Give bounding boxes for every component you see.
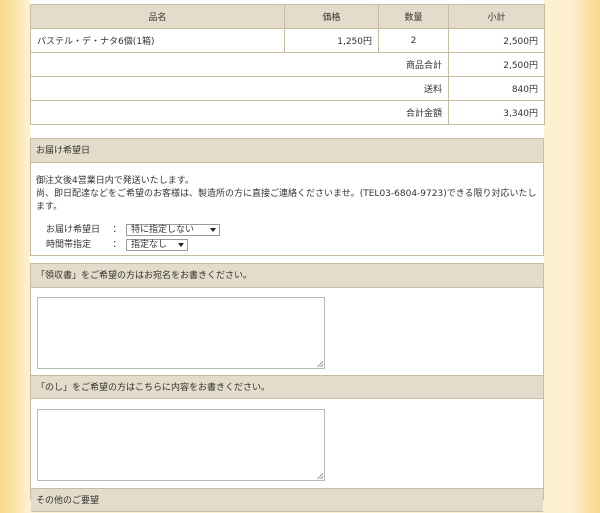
- colon: ：: [112, 239, 122, 250]
- item-name: パステル・デ・ナタ6個(1箱): [30, 28, 285, 53]
- delivery-time-label: 時間帯指定: [46, 239, 92, 250]
- summary-row-shipping: 送料 840円: [30, 76, 545, 101]
- summary-label: 送料: [30, 76, 449, 101]
- delivery-section-body: 御注文後4営業日内で発送いたします。 尚、即日配達などをご希望のお客様は、製造所…: [31, 163, 543, 252]
- order-table: 品名 価格 数量 小計 パステル・デ・ナタ6個(1箱) 1,250円 2 2,5…: [30, 4, 545, 125]
- delivery-section-title: お届け希望日: [31, 139, 543, 163]
- chevron-down-icon: [210, 228, 216, 232]
- summary-value: 2,500円: [448, 52, 545, 77]
- summary-value: 3,340円: [448, 100, 545, 125]
- checkout-page: 品名 価格 数量 小計 パステル・デ・ナタ6個(1箱) 1,250円 2 2,5…: [30, 0, 545, 512]
- request-section: 「領収書」をご希望の方はお宛名をお書きください。 「のし」をご希望の方はこちらに…: [30, 263, 544, 512]
- delivery-section: お届け希望日 御注文後4営業日内で発送いたします。 尚、即日配達などをご希望のお…: [30, 138, 544, 256]
- other-requests-title: その他のご要望: [31, 488, 543, 512]
- delivery-time-select[interactable]: 指定なし: [126, 239, 188, 251]
- item-subtotal: 2,500円: [448, 28, 545, 53]
- delivery-time-value: 指定なし: [131, 239, 168, 250]
- resize-grip-icon[interactable]: [317, 473, 323, 479]
- receipt-section-title: 「領収書」をご希望の方はお宛名をお書きください。: [31, 264, 543, 288]
- item-price: 1,250円: [284, 28, 379, 53]
- delivery-note-1: 御注文後4営業日内で発送いたします。: [36, 176, 194, 186]
- summary-value: 840円: [448, 76, 545, 101]
- noshi-content-textarea[interactable]: [37, 409, 325, 481]
- delivery-note-2: 尚、即日配達などをご希望のお客様は、製造所の方に直接ご連絡くださいませ。(TEL…: [36, 189, 537, 212]
- delivery-date-value: 特に指定しない: [131, 224, 195, 235]
- col-header-qty: 数量: [378, 4, 449, 29]
- col-header-subtotal: 小計: [448, 4, 545, 29]
- chevron-down-icon: [178, 243, 184, 247]
- summary-row-items-total: 商品合計 2,500円: [30, 52, 545, 77]
- col-header-price: 価格: [284, 4, 379, 29]
- colon: ：: [112, 224, 122, 235]
- delivery-date-row: お届け希望日 ： 特に指定しない: [36, 223, 543, 237]
- resize-grip-icon[interactable]: [317, 361, 323, 367]
- delivery-time-row: 時間帯指定 ： 指定なし: [36, 238, 543, 252]
- order-table-header: 品名 価格 数量 小計: [30, 4, 545, 29]
- summary-label: 商品合計: [30, 52, 449, 77]
- item-qty: 2: [378, 28, 449, 53]
- summary-row-grand-total: 合計金額 3,340円: [30, 100, 545, 125]
- summary-label: 合計金額: [30, 100, 449, 125]
- delivery-date-select[interactable]: 特に指定しない: [126, 224, 220, 236]
- receipt-name-textarea[interactable]: [37, 297, 325, 369]
- col-header-name: 品名: [30, 4, 285, 29]
- noshi-section-title: 「のし」をご希望の方はこちらに内容をお書きください。: [31, 375, 543, 399]
- table-row: パステル・デ・ナタ6個(1箱) 1,250円 2 2,500円: [30, 28, 545, 53]
- delivery-date-label: お届け希望日: [46, 224, 101, 235]
